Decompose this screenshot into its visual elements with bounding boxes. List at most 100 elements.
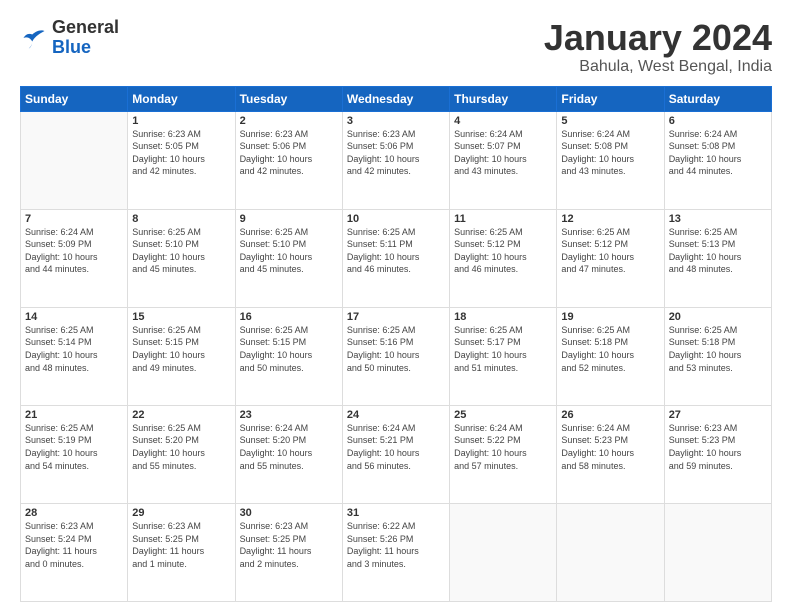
week-row-2: 14Sunrise: 6:25 AM Sunset: 5:14 PM Dayli… — [21, 307, 772, 405]
day-number: 20 — [669, 311, 767, 323]
week-row-4: 28Sunrise: 6:23 AM Sunset: 5:24 PM Dayli… — [21, 503, 772, 601]
day-number: 10 — [347, 213, 445, 225]
calendar-cell: 2Sunrise: 6:23 AM Sunset: 5:06 PM Daylig… — [235, 111, 342, 209]
calendar-cell: 4Sunrise: 6:24 AM Sunset: 5:07 PM Daylig… — [450, 111, 557, 209]
day-number: 9 — [240, 213, 338, 225]
day-info: Sunrise: 6:25 AM Sunset: 5:17 PM Dayligh… — [454, 324, 552, 374]
day-info: Sunrise: 6:25 AM Sunset: 5:11 PM Dayligh… — [347, 226, 445, 276]
calendar-cell: 13Sunrise: 6:25 AM Sunset: 5:13 PM Dayli… — [664, 209, 771, 307]
day-info: Sunrise: 6:23 AM Sunset: 5:06 PM Dayligh… — [347, 128, 445, 178]
col-saturday: Saturday — [664, 86, 771, 111]
header: General Blue January 2024 Bahula, West B… — [20, 18, 772, 76]
calendar-cell: 19Sunrise: 6:25 AM Sunset: 5:18 PM Dayli… — [557, 307, 664, 405]
week-row-3: 21Sunrise: 6:25 AM Sunset: 5:19 PM Dayli… — [21, 405, 772, 503]
calendar-cell: 10Sunrise: 6:25 AM Sunset: 5:11 PM Dayli… — [342, 209, 449, 307]
calendar: Sunday Monday Tuesday Wednesday Thursday… — [20, 86, 772, 602]
day-info: Sunrise: 6:25 AM Sunset: 5:19 PM Dayligh… — [25, 422, 123, 472]
day-info: Sunrise: 6:25 AM Sunset: 5:14 PM Dayligh… — [25, 324, 123, 374]
calendar-cell: 24Sunrise: 6:24 AM Sunset: 5:21 PM Dayli… — [342, 405, 449, 503]
logo-icon — [20, 24, 48, 52]
calendar-header-row: Sunday Monday Tuesday Wednesday Thursday… — [21, 86, 772, 111]
day-info: Sunrise: 6:25 AM Sunset: 5:16 PM Dayligh… — [347, 324, 445, 374]
calendar-cell — [664, 503, 771, 601]
col-sunday: Sunday — [21, 86, 128, 111]
calendar-cell: 25Sunrise: 6:24 AM Sunset: 5:22 PM Dayli… — [450, 405, 557, 503]
calendar-cell: 5Sunrise: 6:24 AM Sunset: 5:08 PM Daylig… — [557, 111, 664, 209]
day-number: 7 — [25, 213, 123, 225]
page: General Blue January 2024 Bahula, West B… — [0, 0, 792, 612]
day-info: Sunrise: 6:24 AM Sunset: 5:07 PM Dayligh… — [454, 128, 552, 178]
col-friday: Friday — [557, 86, 664, 111]
day-number: 27 — [669, 409, 767, 421]
calendar-cell: 12Sunrise: 6:25 AM Sunset: 5:12 PM Dayli… — [557, 209, 664, 307]
col-thursday: Thursday — [450, 86, 557, 111]
day-info: Sunrise: 6:24 AM Sunset: 5:20 PM Dayligh… — [240, 422, 338, 472]
day-number: 29 — [132, 507, 230, 519]
calendar-cell: 15Sunrise: 6:25 AM Sunset: 5:15 PM Dayli… — [128, 307, 235, 405]
day-info: Sunrise: 6:24 AM Sunset: 5:09 PM Dayligh… — [25, 226, 123, 276]
calendar-cell: 16Sunrise: 6:25 AM Sunset: 5:15 PM Dayli… — [235, 307, 342, 405]
calendar-cell — [557, 503, 664, 601]
day-info: Sunrise: 6:25 AM Sunset: 5:18 PM Dayligh… — [561, 324, 659, 374]
day-info: Sunrise: 6:22 AM Sunset: 5:26 PM Dayligh… — [347, 520, 445, 570]
day-number: 15 — [132, 311, 230, 323]
day-number: 11 — [454, 213, 552, 225]
calendar-cell: 28Sunrise: 6:23 AM Sunset: 5:24 PM Dayli… — [21, 503, 128, 601]
logo: General Blue — [20, 18, 119, 58]
calendar-cell: 20Sunrise: 6:25 AM Sunset: 5:18 PM Dayli… — [664, 307, 771, 405]
day-info: Sunrise: 6:25 AM Sunset: 5:15 PM Dayligh… — [240, 324, 338, 374]
day-number: 3 — [347, 115, 445, 127]
day-info: Sunrise: 6:25 AM Sunset: 5:13 PM Dayligh… — [669, 226, 767, 276]
calendar-cell: 22Sunrise: 6:25 AM Sunset: 5:20 PM Dayli… — [128, 405, 235, 503]
day-info: Sunrise: 6:24 AM Sunset: 5:21 PM Dayligh… — [347, 422, 445, 472]
day-info: Sunrise: 6:23 AM Sunset: 5:25 PM Dayligh… — [132, 520, 230, 570]
logo-blue: Blue — [52, 37, 91, 57]
day-number: 25 — [454, 409, 552, 421]
day-number: 13 — [669, 213, 767, 225]
calendar-cell: 14Sunrise: 6:25 AM Sunset: 5:14 PM Dayli… — [21, 307, 128, 405]
day-number: 2 — [240, 115, 338, 127]
calendar-cell: 8Sunrise: 6:25 AM Sunset: 5:10 PM Daylig… — [128, 209, 235, 307]
day-number: 14 — [25, 311, 123, 323]
calendar-cell: 1Sunrise: 6:23 AM Sunset: 5:05 PM Daylig… — [128, 111, 235, 209]
day-number: 26 — [561, 409, 659, 421]
day-number: 8 — [132, 213, 230, 225]
calendar-cell: 6Sunrise: 6:24 AM Sunset: 5:08 PM Daylig… — [664, 111, 771, 209]
day-number: 5 — [561, 115, 659, 127]
calendar-cell: 9Sunrise: 6:25 AM Sunset: 5:10 PM Daylig… — [235, 209, 342, 307]
day-info: Sunrise: 6:25 AM Sunset: 5:18 PM Dayligh… — [669, 324, 767, 374]
day-number: 23 — [240, 409, 338, 421]
day-number: 21 — [25, 409, 123, 421]
sub-title: Bahula, West Bengal, India — [544, 58, 772, 76]
day-number: 16 — [240, 311, 338, 323]
title-section: January 2024 Bahula, West Bengal, India — [544, 18, 772, 76]
calendar-cell: 11Sunrise: 6:25 AM Sunset: 5:12 PM Dayli… — [450, 209, 557, 307]
logo-general: General — [52, 17, 119, 37]
calendar-cell — [21, 111, 128, 209]
day-number: 22 — [132, 409, 230, 421]
day-number: 19 — [561, 311, 659, 323]
day-number: 18 — [454, 311, 552, 323]
day-info: Sunrise: 6:25 AM Sunset: 5:10 PM Dayligh… — [240, 226, 338, 276]
day-info: Sunrise: 6:24 AM Sunset: 5:08 PM Dayligh… — [669, 128, 767, 178]
day-info: Sunrise: 6:24 AM Sunset: 5:22 PM Dayligh… — [454, 422, 552, 472]
day-info: Sunrise: 6:24 AM Sunset: 5:23 PM Dayligh… — [561, 422, 659, 472]
logo-text: General Blue — [52, 18, 119, 58]
calendar-cell: 7Sunrise: 6:24 AM Sunset: 5:09 PM Daylig… — [21, 209, 128, 307]
day-number: 12 — [561, 213, 659, 225]
day-number: 6 — [669, 115, 767, 127]
day-number: 28 — [25, 507, 123, 519]
day-number: 24 — [347, 409, 445, 421]
day-info: Sunrise: 6:23 AM Sunset: 5:05 PM Dayligh… — [132, 128, 230, 178]
calendar-cell: 26Sunrise: 6:24 AM Sunset: 5:23 PM Dayli… — [557, 405, 664, 503]
main-title: January 2024 — [544, 18, 772, 58]
col-wednesday: Wednesday — [342, 86, 449, 111]
calendar-cell: 29Sunrise: 6:23 AM Sunset: 5:25 PM Dayli… — [128, 503, 235, 601]
day-info: Sunrise: 6:25 AM Sunset: 5:12 PM Dayligh… — [454, 226, 552, 276]
day-info: Sunrise: 6:25 AM Sunset: 5:10 PM Dayligh… — [132, 226, 230, 276]
calendar-cell: 31Sunrise: 6:22 AM Sunset: 5:26 PM Dayli… — [342, 503, 449, 601]
calendar-cell: 18Sunrise: 6:25 AM Sunset: 5:17 PM Dayli… — [450, 307, 557, 405]
day-info: Sunrise: 6:23 AM Sunset: 5:23 PM Dayligh… — [669, 422, 767, 472]
day-info: Sunrise: 6:23 AM Sunset: 5:25 PM Dayligh… — [240, 520, 338, 570]
week-row-1: 7Sunrise: 6:24 AM Sunset: 5:09 PM Daylig… — [21, 209, 772, 307]
